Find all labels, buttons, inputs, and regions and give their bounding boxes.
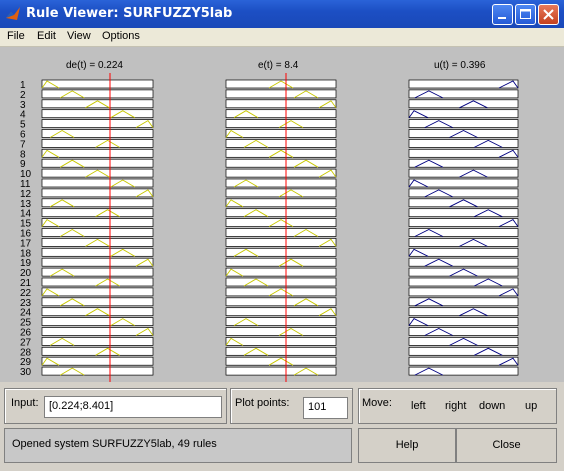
menu-edit[interactable]: Edit <box>37 30 56 42</box>
de-rule-box <box>41 198 154 208</box>
u-rule-box <box>408 139 519 148</box>
plot-points-field[interactable]: 101 <box>303 397 348 419</box>
u-rule-box <box>408 327 519 336</box>
e-rule-box <box>225 297 337 307</box>
input-panel: Input: [0.224;8.401] <box>4 388 227 424</box>
u-rule-box <box>408 158 519 168</box>
de-rule-box <box>41 247 154 257</box>
u-rule-box <box>408 99 519 109</box>
close-button[interactable]: Close <box>456 428 557 463</box>
de-rule-box <box>41 119 154 128</box>
u-rule-box <box>408 228 519 237</box>
de-rule-box <box>41 89 154 99</box>
input-label: Input: <box>11 397 39 409</box>
u-rule-box <box>408 297 519 307</box>
de-rule-box <box>41 178 154 188</box>
e-rule-box <box>225 129 337 138</box>
close-window-button[interactable] <box>538 4 559 25</box>
de-rule-box <box>41 287 154 297</box>
u-rule-box <box>408 208 519 218</box>
rule-number: 30 <box>20 367 32 378</box>
move-left-button[interactable]: left <box>411 400 426 412</box>
matlab-icon <box>6 7 20 20</box>
de-rule-box <box>41 218 154 227</box>
menu-bar: File Edit View Options <box>0 28 564 47</box>
move-label: Move: <box>362 397 392 409</box>
de-rule-box <box>41 148 154 158</box>
e-rule-box <box>225 267 337 277</box>
u-rule-box <box>408 188 519 198</box>
e-rule-box <box>225 208 337 218</box>
move-right-button[interactable]: right <box>445 400 466 412</box>
de-rule-box <box>41 257 154 267</box>
de-rule-box <box>41 79 154 89</box>
u-rule-box <box>408 168 519 178</box>
e-rule-box <box>225 89 337 99</box>
close-icon <box>543 9 554 20</box>
u-rule-box <box>408 307 519 317</box>
de-rule-box <box>41 158 154 168</box>
status-text: Opened system SURFUZZY5lab, 49 rules <box>12 438 217 450</box>
window-title: Rule Viewer: SURFUZZY5lab <box>26 6 233 21</box>
u-rule-box <box>408 277 519 287</box>
maximize-icon <box>520 9 531 19</box>
e-rule-box <box>225 238 337 247</box>
u-rule-box <box>408 238 519 247</box>
plot-points-panel: Plot points: 101 <box>230 388 353 424</box>
de-rule-box <box>41 297 154 307</box>
u-rule-box <box>408 346 519 356</box>
e-rule-box <box>225 228 337 237</box>
e-rule-box <box>225 277 337 287</box>
de-rule-box <box>41 356 154 366</box>
e-rule-box <box>225 247 337 257</box>
help-button[interactable]: Help <box>358 428 456 463</box>
e-rule-box <box>225 168 337 178</box>
maximize-button[interactable] <box>515 4 536 25</box>
minimize-icon <box>498 17 506 19</box>
input-field[interactable]: [0.224;8.401] <box>44 396 222 418</box>
de-rule-box <box>41 317 154 326</box>
u-rule-box <box>408 257 519 267</box>
de-rule-box <box>41 327 154 336</box>
e-rule-box <box>225 307 337 317</box>
e-rule-box <box>225 346 337 356</box>
de-rule-box <box>41 129 154 138</box>
e-rule-box <box>225 139 337 148</box>
move-up-button[interactable]: up <box>525 400 537 412</box>
u-rule-box <box>408 119 519 128</box>
de-rule-box <box>41 188 154 198</box>
de-rule-box <box>41 267 154 277</box>
e-rule-box <box>225 99 337 109</box>
menu-options[interactable]: Options <box>102 30 140 42</box>
e-rule-box <box>225 158 337 168</box>
minimize-button[interactable] <box>492 4 513 25</box>
rules-graphic[interactable]: 1234567891011121314151617181920212223242… <box>0 47 564 382</box>
move-panel: Move: left right down up <box>358 388 557 424</box>
e-rule-box <box>225 317 337 326</box>
e-rule-box <box>225 366 337 376</box>
de-rule-box <box>41 228 154 237</box>
e-rule-box <box>225 178 337 188</box>
plot-points-label: Plot points: <box>235 397 290 409</box>
title-bar: Rule Viewer: SURFUZZY5lab <box>0 0 564 28</box>
de-rule-box <box>41 366 154 376</box>
menu-view[interactable]: View <box>67 30 91 42</box>
de-rule-box <box>41 337 154 346</box>
e-rule-box <box>225 198 337 208</box>
e-rule-box <box>225 109 337 119</box>
status-bar: Opened system SURFUZZY5lab, 49 rules <box>4 428 352 463</box>
rule-plot-area: de(t) = 0.224 e(t) = 8.4 u(t) = 0.396 12… <box>0 47 564 382</box>
move-down-button[interactable]: down <box>479 400 505 412</box>
u-rule-box <box>408 366 519 376</box>
de-rule-box <box>41 109 154 119</box>
e-rule-box <box>225 337 337 346</box>
menu-file[interactable]: File <box>7 30 25 42</box>
u-rule-box <box>408 89 519 99</box>
